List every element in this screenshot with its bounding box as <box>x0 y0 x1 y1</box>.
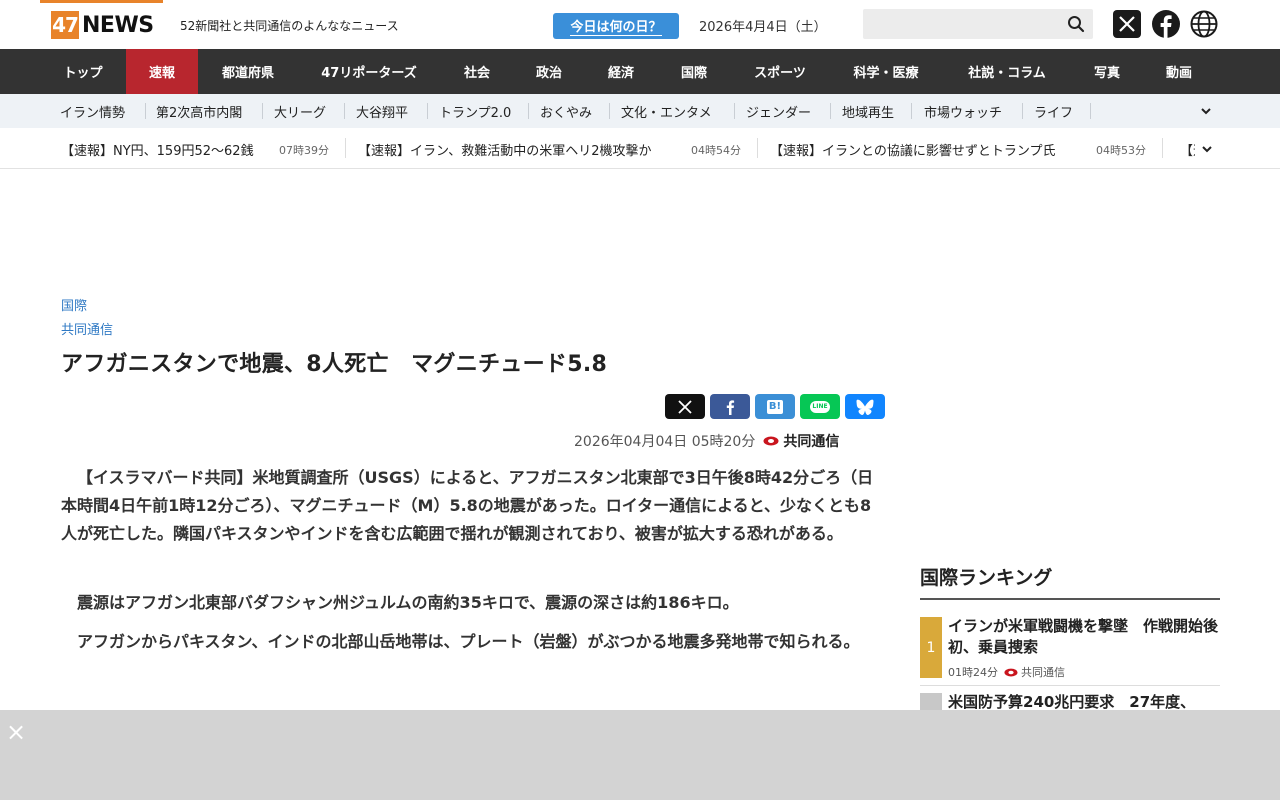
logo-text: NEWS <box>82 12 154 38</box>
kyodo-logo-icon <box>763 436 779 446</box>
search-input[interactable] <box>863 9 1093 39</box>
x-icon <box>678 399 692 414</box>
current-date: 2026年4月4日（土） <box>699 20 827 35</box>
facebook-icon <box>726 399 735 415</box>
subnav-divider <box>1022 103 1023 119</box>
subnav-item[interactable]: イラン情勢 <box>60 94 125 128</box>
ticker-divider <box>345 138 346 158</box>
subnav-item[interactable]: 地域再生 <box>842 94 894 128</box>
share-x-button[interactable] <box>665 394 705 419</box>
ticker-headline[interactable]: 【速報】NY円、159円52～62銭 <box>61 140 254 159</box>
ticker-time: 04時53分 <box>1096 144 1146 157</box>
article-published-time: 2026年04月04日 05時20分 <box>574 434 756 450</box>
ranking-item-source: 共同通信 <box>1021 666 1065 679</box>
subnav-item[interactable]: 大谷翔平 <box>356 94 408 128</box>
ranking-title: 国際ランキング <box>920 567 1053 589</box>
article-source-link[interactable]: 共同通信 <box>61 319 113 338</box>
nav-item-society[interactable]: 社会 <box>440 49 514 94</box>
ticker-headline[interactable]: 【速報】イラン、救難活動中の米軍ヘリ2機攻撃か <box>358 140 652 159</box>
site-tagline: 52新聞社と共同通信のよんななニュース <box>180 19 399 33</box>
ticker-divider <box>1162 138 1163 158</box>
subnav-divider <box>528 103 529 119</box>
article-paragraph: 震源はアフガン北東部バダフシャン州ジュルムの南約35キロで、震源の深さは約186… <box>77 593 739 612</box>
logo-number: 47 <box>51 11 79 39</box>
subnav-item[interactable]: 文化・エンタメ <box>621 94 712 128</box>
subnav-divider <box>1090 103 1091 119</box>
ticker-divider <box>757 138 758 158</box>
ticker-time: 04時54分 <box>691 144 741 157</box>
subnav-item[interactable]: ジェンダー <box>746 94 811 128</box>
sub-nav: イラン情勢 第2次高市内閣 大リーグ 大谷翔平 トランプ2.0 おくやみ 文化・… <box>0 94 1280 128</box>
subnav-item[interactable]: 第2次高市内閣 <box>156 94 242 128</box>
site-header: 47 NEWS 52新聞社と共同通信のよんななニュース 今日は何の日？ 2026… <box>0 0 1280 49</box>
subnav-divider <box>262 103 263 119</box>
nav-item-top[interactable]: トップ <box>40 49 126 94</box>
article-meta: 2026年04月04日 05時20分 共同通信 <box>574 431 839 451</box>
line-icon: LINE <box>810 400 830 413</box>
subnav-item[interactable]: ライフ <box>1034 94 1073 128</box>
subnav-divider <box>344 103 345 119</box>
share-hatena-button[interactable]: B! <box>755 394 795 419</box>
main-nav: トップ 速報 都道府県 47リポーターズ 社会 政治 経済 国際 スポーツ 科学… <box>0 49 1280 94</box>
nav-item-international[interactable]: 国際 <box>658 49 730 94</box>
nav-item-economy[interactable]: 経済 <box>584 49 658 94</box>
subnav-divider <box>609 103 610 119</box>
today-button-label: 今日は何の日？ <box>570 16 662 36</box>
nav-item-politics[interactable]: 政治 <box>514 49 584 94</box>
ranking-title-underline <box>920 598 1220 600</box>
article-source: 共同通信 <box>783 434 840 450</box>
ticker-headline[interactable]: 【速 <box>1180 140 1195 159</box>
nav-item-sports[interactable]: スポーツ <box>730 49 830 94</box>
breaking-news-ticker: 【速報】NY円、159円52～62銭 07時39分 【速報】イラン、救難活動中の… <box>0 128 1280 169</box>
today-in-history-button[interactable]: 今日は何の日？ <box>553 13 679 39</box>
ranking-divider <box>920 685 1220 686</box>
nav-item-prefectures[interactable]: 都道府県 <box>198 49 298 94</box>
ranking-item-meta: 01時24分 共同通信 <box>948 664 1065 680</box>
article-paragraph: 【イスラマバード共同】米地質調査所（USGS）によると、アフガニスタン北東部で3… <box>61 468 874 543</box>
ticker-headline[interactable]: 【速報】イランとの協議に影響せずとトランプ氏 <box>770 140 1055 159</box>
nav-item-science[interactable]: 科学・医療 <box>830 49 942 94</box>
subnav-item[interactable]: 大リーグ <box>274 94 326 128</box>
ranking-number <box>920 693 942 710</box>
subnav-item[interactable]: 市場ウォッチ <box>924 94 1002 128</box>
search-icon[interactable] <box>1067 15 1085 33</box>
nav-item-editorial[interactable]: 社説・コラム <box>942 49 1072 94</box>
share-facebook-button[interactable] <box>710 394 750 419</box>
globe-icon[interactable] <box>1190 10 1218 38</box>
ticker-time: 07時39分 <box>279 144 329 157</box>
ranking-item-title[interactable]: 米国防予算240兆円要求 27年度、 <box>948 692 1220 710</box>
chevron-down-icon[interactable] <box>1201 106 1211 116</box>
ranking-item-title[interactable]: イランが米軍戦闘機を撃墜 作戦開始後初、乗員捜索 <box>948 616 1220 658</box>
chevron-down-icon[interactable] <box>1202 144 1212 154</box>
logo-accent-bar <box>40 0 163 3</box>
article-paragraph: アフガンからパキスタン、インドの北部山岳地帯は、プレート（岩盤）がぶつかる地震多… <box>77 632 860 651</box>
close-icon[interactable]: × <box>6 720 26 744</box>
share-bluesky-button[interactable] <box>845 394 885 419</box>
article-category-link[interactable]: 国際 <box>61 295 87 314</box>
subnav-item[interactable]: おくやみ <box>540 94 592 128</box>
facebook-icon[interactable] <box>1152 10 1180 39</box>
site-logo[interactable]: 47 NEWS <box>51 11 154 39</box>
x-icon[interactable] <box>1113 10 1141 38</box>
subnav-divider <box>145 103 146 119</box>
subnav-divider <box>911 103 912 119</box>
subnav-divider <box>830 103 831 119</box>
hatena-icon: B! <box>766 399 784 414</box>
subnav-divider <box>734 103 735 119</box>
kyodo-logo-icon <box>1004 668 1018 676</box>
nav-item-photo[interactable]: 写真 <box>1072 49 1142 94</box>
article-headline: アフガニスタンで地震、8人死亡 マグニチュード5.8 <box>61 352 608 377</box>
ranking-number: 1 <box>920 617 942 678</box>
nav-item-47reporters[interactable]: 47リポーターズ <box>298 49 440 94</box>
nav-item-video[interactable]: 動画 <box>1142 49 1216 94</box>
subnav-item[interactable]: トランプ2.0 <box>439 94 511 128</box>
nav-item-breaking[interactable]: 速報 <box>126 49 198 94</box>
subnav-divider <box>427 103 428 119</box>
share-line-button[interactable]: LINE <box>800 394 840 419</box>
ranking-item-time: 01時24分 <box>948 666 998 679</box>
bottom-ad-overlay: × <box>0 710 1280 800</box>
bluesky-icon <box>856 399 874 415</box>
